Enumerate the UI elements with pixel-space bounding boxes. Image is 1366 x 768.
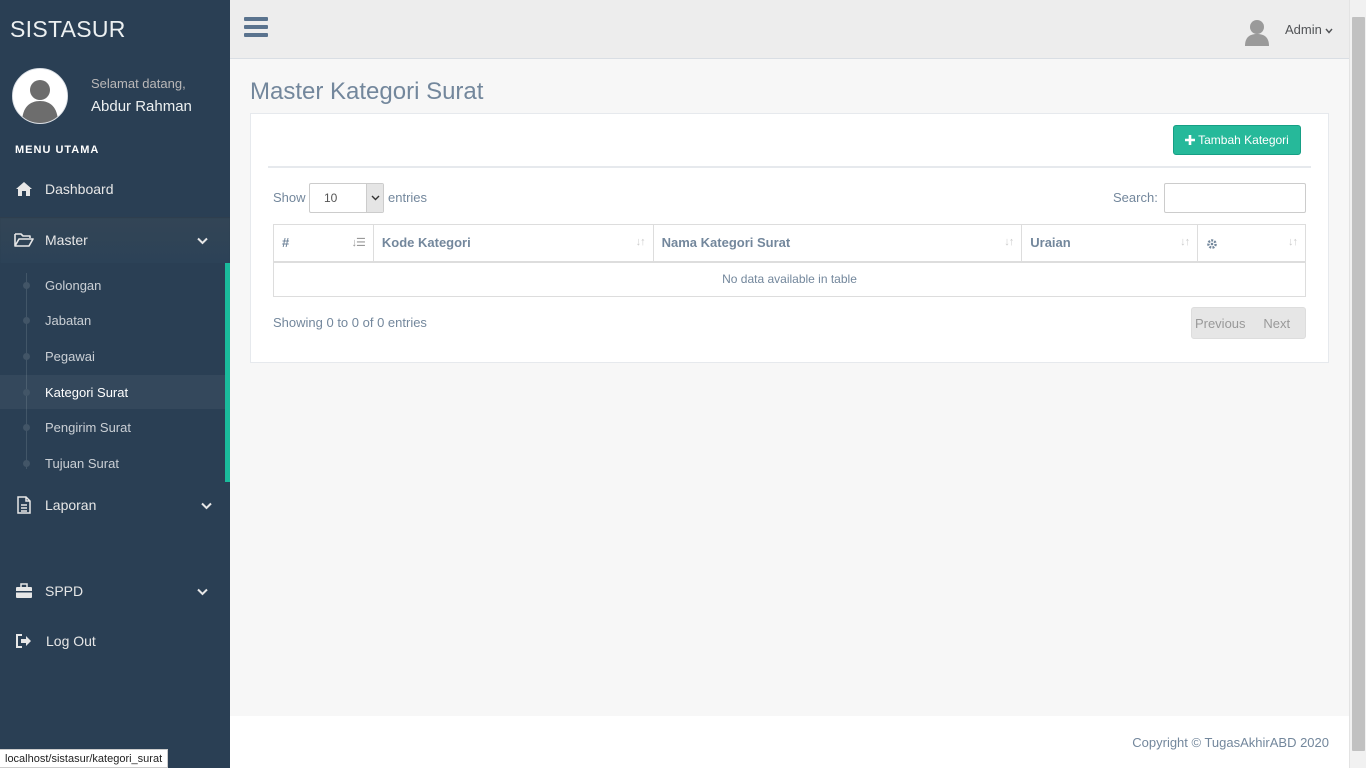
sidebar-item-dashboard[interactable]: Dashboard [0, 169, 230, 209]
sidebar-item-label: Master [45, 232, 88, 248]
chevron-down-icon [201, 497, 212, 513]
sort-ascending-icon: ↓☰ [351, 237, 366, 249]
page-title: Master Kategori Surat [250, 78, 484, 105]
data-table: # ↓☰ Kode Kategori ↓↑ Nama Kategori Sura… [273, 224, 1306, 297]
search-label: Search: [1113, 190, 1158, 205]
table-row-empty: No data available in table [274, 262, 1306, 297]
table-info: Showing 0 to 0 of 0 entries [273, 315, 427, 330]
sidebar-subitem-pegawai[interactable]: Pegawai [0, 339, 225, 373]
folder-open-icon [14, 230, 34, 250]
page-length-value: 10 [324, 191, 338, 205]
sign-out-icon [14, 631, 34, 651]
bullet-icon [23, 423, 30, 431]
top-navbar: Admin [230, 0, 1349, 59]
bullet-icon [23, 459, 30, 467]
sidebar-item-logout[interactable]: Log Out [0, 621, 230, 661]
bullet-icon [23, 388, 30, 396]
document-icon [14, 495, 34, 515]
empty-table-message: No data available in table [722, 272, 857, 287]
content-panel: Tambah Kategori Show 10 entries Search: … [250, 113, 1329, 363]
sidebar-subitem-kategori-surat[interactable]: Kategori Surat [0, 375, 225, 409]
page-length-select[interactable]: 10 [309, 183, 384, 213]
plus-icon [1185, 135, 1196, 145]
gear-icon [1207, 239, 1217, 249]
copyright-text: Copyright © TugasAkhirABD 2020 [1132, 735, 1329, 750]
column-header-label: # [282, 235, 290, 251]
column-header-kode-kategori[interactable]: Kode Kategori ↓↑ [372, 224, 654, 263]
pagination: Previous Next [1191, 307, 1306, 339]
sidebar: SISTASUR Selamat datang, Abdur Rahman ME… [0, 0, 230, 768]
column-header-actions[interactable]: ↓↑ [1197, 224, 1306, 263]
chevron-down-icon [366, 184, 383, 212]
menu-toggle-icon[interactable] [244, 17, 268, 39]
add-category-label: Tambah Kategori [1198, 133, 1289, 147]
sidebar-item-label: SPPD [45, 583, 84, 599]
column-header-uraian[interactable]: Uraian ↓↑ [1021, 224, 1199, 263]
user-silhouette-icon [13, 69, 67, 123]
column-header-label: Nama Kategori Surat [661, 235, 791, 251]
sidebar-subitem-label: Tujuan Surat [45, 455, 119, 471]
vertical-scrollbar[interactable] [1349, 0, 1366, 768]
sidebar-subitem-pengirim-surat[interactable]: Pengirim Surat [0, 410, 225, 444]
sidebar-subitem-label: Pengirim Surat [45, 419, 131, 435]
user-name: Abdur Rahman [91, 98, 192, 115]
sort-icon: ↓↑ [1004, 236, 1014, 248]
user-avatar-icon[interactable] [1244, 18, 1270, 46]
column-header-number[interactable]: # ↓☰ [273, 224, 374, 263]
briefcase-icon [14, 581, 34, 601]
welcome-text: Selamat datang, [91, 76, 186, 91]
column-header-label: Kode Kategori [381, 235, 471, 251]
panel-divider [268, 166, 1311, 168]
sidebar-subitem-label: Golongan [45, 277, 102, 293]
sidebar-item-label: Dashboard [45, 181, 114, 197]
master-submenu-block: Master Golongan Jabatan Pegawai Kategori… [0, 217, 230, 482]
scrollbar-thumb[interactable] [1352, 17, 1365, 751]
sidebar-item-master[interactable]: Master [0, 217, 230, 263]
home-icon [14, 179, 34, 199]
browser-status-url: localhost/sistasur/kategori_surat [0, 749, 169, 768]
user-dropdown[interactable]: Admin [1285, 22, 1334, 37]
sort-icon: ↓↑ [635, 236, 646, 248]
footer: Copyright © TugasAkhirABD 2020 [230, 716, 1349, 768]
user-dropdown-label: Admin [1285, 22, 1322, 37]
show-label: Show [273, 190, 306, 205]
chevron-down-icon [197, 232, 208, 248]
profile-avatar [12, 68, 68, 124]
chevron-down-icon [197, 583, 208, 599]
sidebar-subitem-label: Jabatan [45, 312, 92, 328]
sidebar-subitem-jabatan[interactable]: Jabatan [0, 303, 225, 337]
next-page-button[interactable]: Next [1249, 308, 1306, 338]
previous-page-button[interactable]: Previous [1192, 308, 1249, 338]
search-input[interactable] [1164, 183, 1306, 213]
bullet-icon [23, 352, 30, 360]
sort-icon: ↓↑ [1288, 236, 1298, 248]
sidebar-item-label: Laporan [45, 497, 97, 513]
add-category-button[interactable]: Tambah Kategori [1173, 125, 1301, 155]
sidebar-subitem-golongan[interactable]: Golongan [0, 268, 225, 302]
brand-title[interactable]: SISTASUR [10, 16, 126, 43]
sidebar-item-sppd[interactable]: SPPD [0, 571, 230, 611]
sidebar-item-label: Log Out [46, 633, 96, 649]
column-header-label: Uraian [1030, 235, 1071, 251]
chevron-down-icon [1325, 28, 1334, 34]
bullet-icon [23, 316, 30, 324]
bullet-icon [23, 281, 30, 289]
sidebar-subitem-tujuan-surat[interactable]: Tujuan Surat [0, 446, 225, 480]
menu-heading: MENU UTAMA [15, 144, 100, 156]
sort-icon: ↓↑ [1180, 236, 1190, 248]
entries-label: entries [388, 190, 428, 205]
sidebar-item-laporan[interactable]: Laporan [0, 485, 230, 525]
sidebar-subitem-label: Kategori Surat [45, 384, 129, 400]
column-header-nama-kategori[interactable]: Nama Kategori Surat ↓↑ [652, 224, 1023, 263]
sidebar-subitem-label: Pegawai [45, 348, 95, 364]
